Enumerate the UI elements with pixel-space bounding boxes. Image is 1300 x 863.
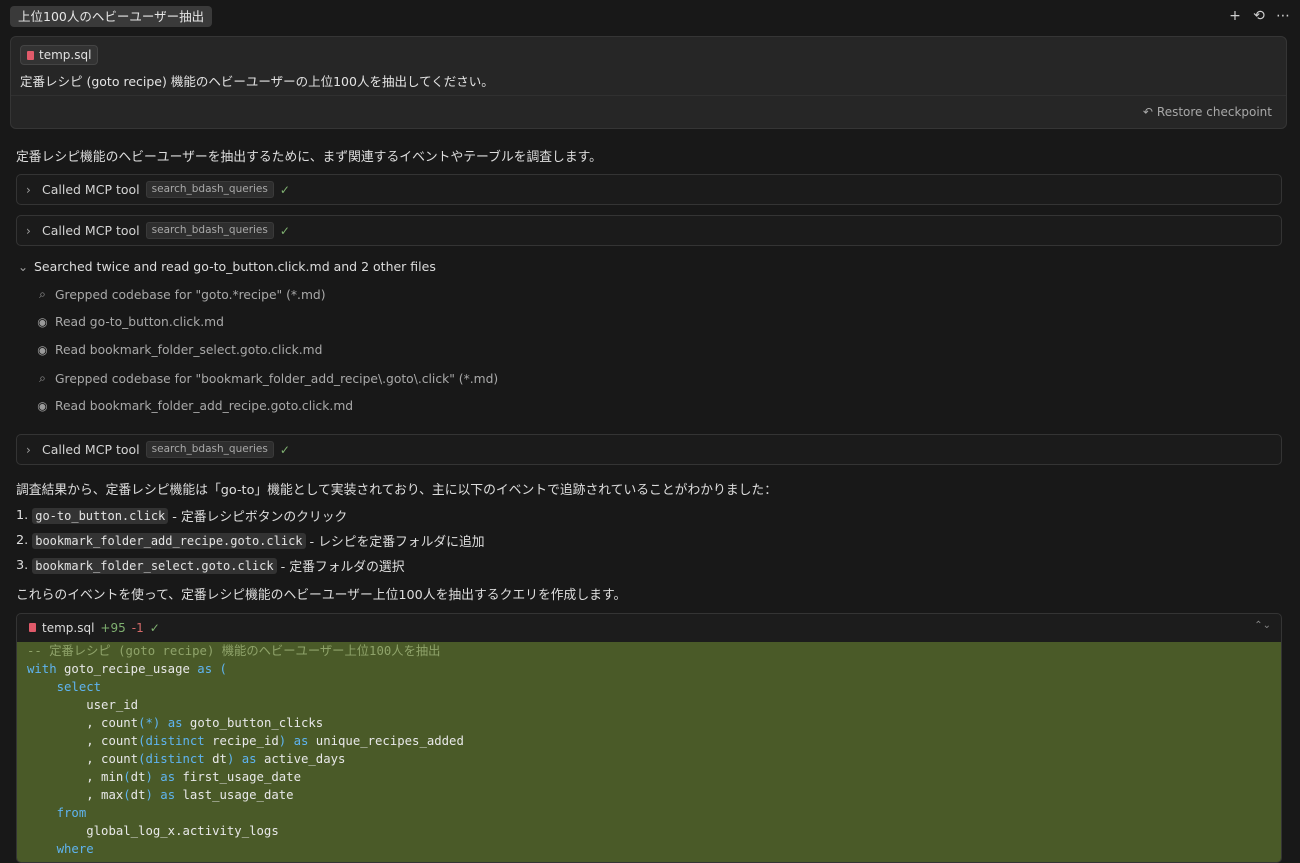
tool-call-label: Called MCP tool: [42, 223, 140, 238]
tool-name-tag: search_bdash_queries: [145, 222, 274, 239]
code-line: global_log_x.activity_logs: [86, 824, 279, 838]
check-icon: ✓: [279, 223, 290, 238]
check-icon: ✓: [149, 620, 160, 635]
code-line: from: [56, 806, 87, 820]
event-code: go-to_button.click: [32, 507, 169, 524]
attached-file-name: temp.sql: [39, 48, 92, 62]
list-number: 3.: [16, 558, 29, 573]
search-result-item[interactable]: ⌕ Grepped codebase for "bookmark_folder_…: [36, 371, 498, 386]
restore-checkpoint-button[interactable]: ↶ Restore checkpoint: [1143, 105, 1272, 119]
event-list-item: 3. bookmark_folder_select.goto.click - 定…: [16, 556, 405, 575]
search-result-text: Grepped codebase for "goto.*recipe" (*.m…: [55, 287, 326, 302]
lines-removed: -1: [131, 620, 144, 635]
restore-label: Restore checkpoint: [1156, 105, 1272, 119]
event-code: bookmark_folder_add_recipe.goto.click: [32, 532, 306, 549]
search-group-heading: Searched twice and read go-to_button.cli…: [34, 259, 436, 274]
user-message: temp.sql 定番レシピ (goto recipe) 機能のヘビーユーザーの…: [10, 36, 1287, 129]
event-code: bookmark_folder_select.goto.click: [32, 557, 277, 574]
divider: [11, 95, 1286, 96]
attached-file-chip[interactable]: temp.sql: [20, 45, 99, 65]
sql-file-icon: [29, 623, 36, 632]
conversation-title[interactable]: 上位100人のヘビーユーザー抽出: [10, 6, 213, 27]
code-line: , count(*) as goto_button_clicks: [27, 716, 324, 730]
more-icon[interactable]: ⋯: [1276, 6, 1290, 27]
chevron-right-icon: ›: [26, 442, 31, 457]
expand-icon[interactable]: ⌃⌄: [1254, 620, 1271, 631]
tool-call-label: Called MCP tool: [42, 182, 140, 197]
list-number: 2.: [16, 533, 29, 548]
code-line: user_id: [86, 698, 139, 712]
code-line: -- 定番レシピ (goto recipe) 機能のヘビーユーザー上位100人を…: [27, 644, 441, 658]
eye-icon: ◉: [37, 343, 48, 357]
tool-call-label: Called MCP tool: [42, 442, 140, 457]
event-list-item: 1. go-to_button.click - 定番レシピボタンのクリック: [16, 506, 347, 525]
search-result-text: Read go-to_button.click.md: [55, 315, 224, 329]
list-number: 1.: [16, 508, 29, 523]
tool-name-tag: search_bdash_queries: [145, 181, 274, 198]
tool-name-tag: search_bdash_queries: [145, 441, 274, 458]
search-group-header[interactable]: ⌄ Searched twice and read go-to_button.c…: [18, 259, 436, 274]
event-description: - 定番フォルダの選択: [280, 560, 405, 575]
plan-text: これらのイベントを使って、定番レシピ機能のヘビーユーザー上位100人を抽出するク…: [16, 588, 627, 603]
tool-call-row[interactable]: › Called MCP tool search_bdash_queries ✓: [16, 174, 1282, 205]
code-line: , min(dt) as first_usage_date: [27, 770, 301, 784]
assistant-intro: 定番レシピ機能のヘビーユーザーを抽出するために、まず関連するイベントやテーブルを…: [16, 150, 602, 165]
code-diff-panel: temp.sql +95 -1 ✓ ⌃⌄ -- 定番レシピ (goto reci…: [16, 613, 1282, 863]
search-icon: ⌕: [39, 287, 46, 301]
search-icon: ⌕: [39, 371, 46, 385]
findings-text: 調査結果から、定番レシピ機能は「go-to」機能として実装されており、主に以下の…: [16, 483, 778, 498]
search-result-text: Read bookmark_folder_add_recipe.goto.cli…: [55, 399, 354, 413]
code-line: select: [56, 680, 102, 694]
code-body[interactable]: -- 定番レシピ (goto recipe) 機能のヘビーユーザー上位100人を…: [17, 642, 1281, 862]
chevron-right-icon: ›: [26, 223, 31, 238]
event-description: - レシピを定番フォルダに追加: [309, 535, 485, 550]
event-list-item: 2. bookmark_folder_add_recipe.goto.click…: [16, 531, 485, 550]
restore-icon: ↶: [1142, 105, 1153, 119]
user-message-text: 定番レシピ (goto recipe) 機能のヘビーユーザーの上位100人を抽出…: [20, 74, 494, 89]
top-actions: + ⟲ ⋯: [1228, 6, 1290, 27]
search-result-item[interactable]: ⌕ Grepped codebase for "goto.*recipe" (*…: [36, 287, 326, 302]
event-description: - 定番レシピボタンのクリック: [172, 510, 348, 525]
history-icon[interactable]: ⟲: [1252, 6, 1266, 27]
eye-icon: ◉: [37, 399, 48, 413]
code-file-name: temp.sql: [42, 620, 95, 635]
top-bar: 上位100人のヘビーユーザー抽出 + ⟲ ⋯: [10, 6, 1290, 28]
code-panel-header[interactable]: temp.sql +95 -1 ✓ ⌃⌄: [17, 614, 1281, 641]
search-result-text: Read bookmark_folder_select.goto.click.m…: [55, 343, 323, 357]
search-result-text: Grepped codebase for "bookmark_folder_ad…: [55, 371, 499, 386]
check-icon: ✓: [279, 182, 290, 197]
check-icon: ✓: [279, 442, 290, 457]
tool-call-row[interactable]: › Called MCP tool search_bdash_queries ✓: [16, 215, 1282, 246]
new-chat-icon[interactable]: +: [1228, 6, 1242, 27]
code-line: with goto_recipe_usage as (: [27, 662, 227, 676]
code-line: where: [56, 842, 94, 856]
chevron-right-icon: ›: [26, 182, 31, 197]
sql-file-icon: [27, 50, 34, 60]
code-line: , max(dt) as last_usage_date: [27, 788, 294, 802]
code-line: , count(distinct dt) as active_days: [27, 752, 346, 766]
code-line: , count(distinct recipe_id) as unique_re…: [27, 734, 464, 748]
lines-added: +95: [100, 620, 126, 635]
chevron-down-icon: ⌄: [18, 259, 29, 274]
search-result-item[interactable]: ◉ Read go-to_button.click.md: [36, 315, 224, 329]
eye-icon: ◉: [37, 315, 48, 329]
search-result-item[interactable]: ◉ Read bookmark_folder_add_recipe.goto.c…: [36, 399, 353, 413]
tool-call-row[interactable]: › Called MCP tool search_bdash_queries ✓: [16, 434, 1282, 465]
search-result-item[interactable]: ◉ Read bookmark_folder_select.goto.click…: [36, 343, 322, 357]
